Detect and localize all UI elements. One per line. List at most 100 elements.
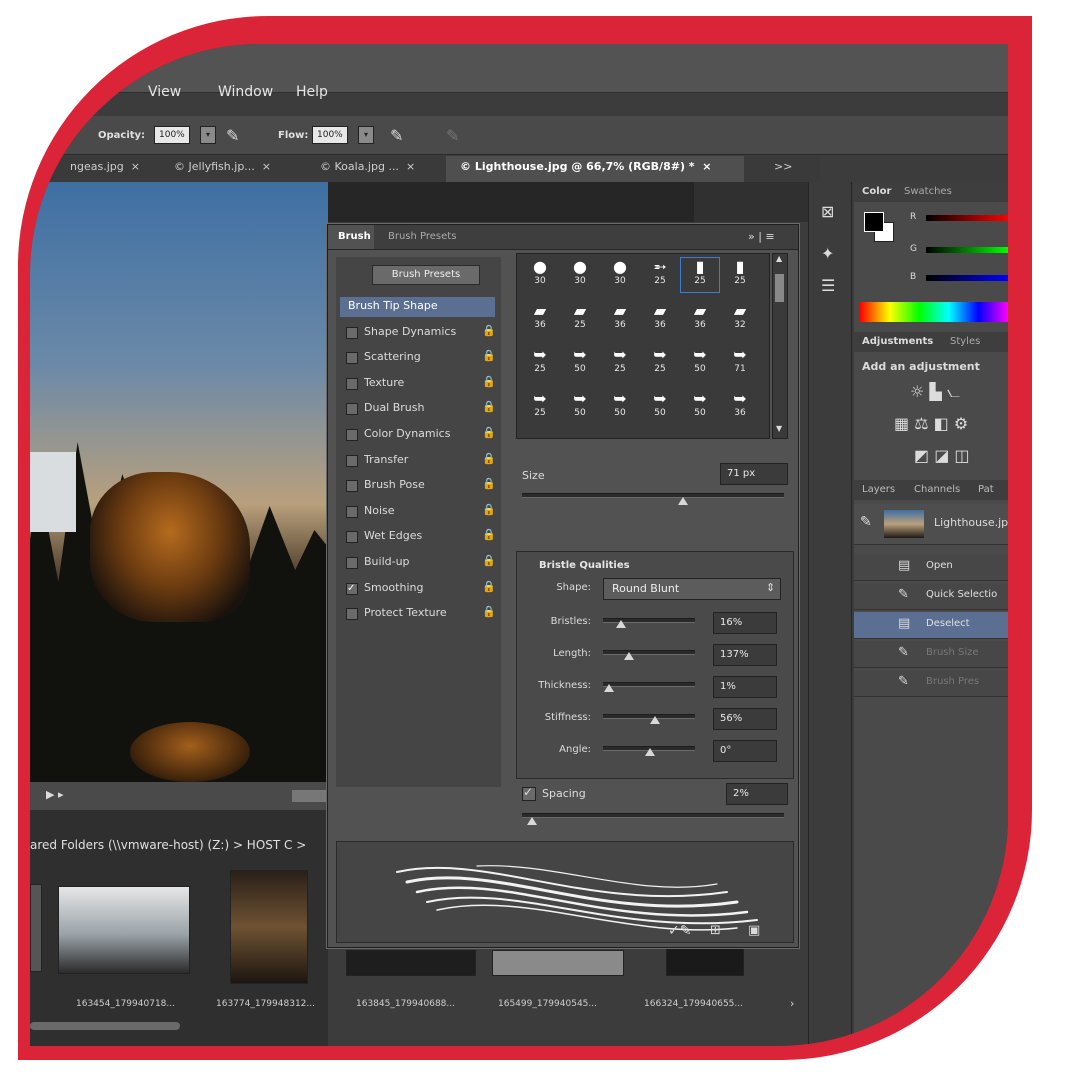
brush-tip[interactable]: ➵ 25 [641,258,679,288]
bristle-slider-knob[interactable] [604,684,614,692]
brush-tip[interactable]: ▰ 25 [561,302,599,332]
bristle-value-field[interactable]: 1% [713,676,777,698]
brush-tip[interactable]: ● 30 [601,258,639,288]
invert-icon[interactable]: ◩ ◪ ◫ [914,446,970,465]
brush-panel-icon[interactable]: ✦ [821,244,834,263]
bristle-slider-knob[interactable] [645,748,655,756]
tab-channels[interactable]: Channels [914,484,960,495]
thumbnail-2[interactable] [230,870,308,984]
spacing-slider-knob[interactable] [527,817,537,825]
tablet-pressure-icon[interactable]: ✎ [446,126,459,145]
option-checkbox[interactable] [346,505,358,518]
size-field[interactable]: 71 px [720,463,788,485]
tab-adjustments[interactable]: Adjustments [862,336,933,347]
brush-tip[interactable]: ▰ 36 [641,302,679,332]
bristle-value-field[interactable]: 56% [713,708,777,730]
brush-tip[interactable]: ▰ 36 [521,302,559,332]
thumbnail-3[interactable] [346,950,476,976]
brush-tip[interactable]: ➥ 50 [561,346,599,376]
bristle-slider[interactable] [603,714,695,726]
bristle-slider[interactable] [603,650,695,662]
doc-tab-jellyfish[interactable]: © Jellyfish.jp... × [174,160,271,173]
brush-tip[interactable]: ➥ 71 [721,346,759,376]
brush-tip[interactable]: ➥ 50 [641,390,679,420]
thumbnail-0[interactable] [30,884,42,972]
brush-tip[interactable]: ➥ 50 [681,346,719,376]
lock-icon[interactable]: 🔒 [482,580,496,593]
brush-tip[interactable]: ● 30 [561,258,599,288]
size-slider-knob[interactable] [678,497,688,505]
option-checkbox[interactable] [346,403,358,416]
option-checkbox[interactable] [346,377,358,390]
lock-icon[interactable]: 🔒 [482,503,496,516]
brush-option-row[interactable]: Texture 🔒 [340,374,496,394]
flow-field[interactable]: 100% [312,126,348,144]
spacing-slider[interactable] [522,813,784,827]
tab-paths[interactable]: Pat [978,484,994,495]
history-row[interactable]: ✎ Brush Pres [854,670,1008,697]
brush-presets-button[interactable]: Brush Presets [372,265,480,285]
brush-edit-icon[interactable]: ✓✎ [668,923,691,939]
doc-tab-lighthouse[interactable]: © Lighthouse.jpg @ 66,7% (RGB/8#) * × [460,160,711,173]
brush-option-row[interactable]: Noise 🔒 [340,502,496,522]
opacity-dropdown[interactable]: ▾ [200,126,216,144]
horizontal-scroll-thumb[interactable] [292,790,328,802]
brush-tip[interactable]: ▰ 32 [721,302,759,332]
tab-swatches[interactable]: Swatches [904,186,952,197]
lock-icon[interactable]: 🔒 [482,528,496,541]
lock-icon[interactable]: 🔒 [482,605,496,618]
brush-option-row[interactable]: Scattering 🔒 [340,348,496,368]
channel-g-slider[interactable] [926,247,1008,253]
brush-option-row[interactable]: Build-up 🔒 [340,553,496,573]
bristle-value-field[interactable]: 137% [713,644,777,666]
brush-tip[interactable]: ➥ 25 [601,346,639,376]
airbrush-icon[interactable]: ✎ [226,126,239,145]
scroll-right-icon[interactable]: › [790,997,794,1010]
brush-tip[interactable]: ➥ 25 [641,346,679,376]
menu-view[interactable]: View [148,84,181,100]
tabs-overflow-icon[interactable]: >> [774,160,792,173]
lock-icon[interactable]: 🔒 [482,400,496,413]
size-slider[interactable] [522,493,784,507]
bristle-slider[interactable] [603,618,695,630]
pressure-icon[interactable]: ✎ [390,126,403,145]
brush-option-row[interactable]: ✓ Smoothing 🔒 [340,579,496,599]
option-checkbox[interactable] [346,557,358,569]
brush-option-row[interactable]: Brush Tip Shape [340,297,495,317]
bristle-slider[interactable] [603,682,695,694]
brush-tip[interactable]: ➥ 25 [521,390,559,420]
option-checkbox[interactable] [346,480,358,493]
panel-collapse-icon[interactable]: » | ≡ [748,230,775,243]
menu-help[interactable]: Help [296,84,328,100]
bristle-slider-knob[interactable] [616,620,626,628]
tab-brush-presets[interactable]: Brush Presets [388,231,456,242]
channel-b-slider[interactable] [926,275,1008,281]
brush-tip[interactable]: ▰ 36 [601,302,639,332]
grid-view-icon[interactable]: ⊞ [710,923,721,938]
lock-icon[interactable]: 🔒 [482,477,496,490]
foreground-color-swatch[interactable] [864,212,884,232]
channel-r-slider[interactable] [926,215,1008,221]
doc-tab-hydrangeas[interactable]: ngeas.jpg × [70,160,140,173]
bristle-slider-knob[interactable] [624,652,634,660]
brush-tip[interactable]: ➥ 50 [561,390,599,420]
history-row[interactable]: ▤ Open [854,554,1008,581]
brush-option-row[interactable]: Wet Edges 🔒 [340,527,496,547]
brush-option-row[interactable]: Shape Dynamics 🔒 [340,323,496,343]
option-checkbox[interactable] [346,454,358,467]
lock-icon[interactable]: 🔒 [482,452,496,465]
option-checkbox[interactable] [346,531,358,544]
brush-tip[interactable]: ➥ 50 [681,390,719,420]
tip-grid-scrollbar[interactable]: ▲ ▼ [772,253,788,439]
lock-icon[interactable]: 🔒 [482,554,496,567]
brush-option-row[interactable]: Dual Brush 🔒 [340,399,496,419]
spacing-field[interactable]: 2% [726,783,788,805]
spacing-checkbox[interactable]: ✓ [522,785,536,801]
option-checkbox[interactable] [346,608,358,621]
brush-tip[interactable]: ▮ 25 [721,258,759,288]
flow-dropdown[interactable]: ▾ [358,126,374,144]
brush-option-row[interactable]: Protect Texture 🔒 [340,604,496,624]
tab-layers[interactable]: Layers [862,484,895,495]
history-panel-icon[interactable]: ⊠ [821,202,834,221]
file-browser-scrollbar[interactable] [30,1022,180,1030]
